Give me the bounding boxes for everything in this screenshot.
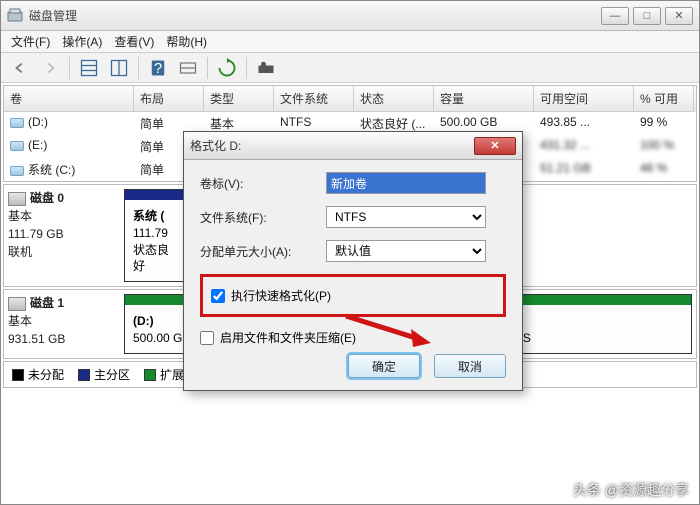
col-layout[interactable]: 布局 [134, 86, 204, 112]
back-button[interactable] [9, 57, 31, 79]
close-window-button[interactable]: ✕ [665, 7, 693, 25]
menu-bar: 文件(F) 操作(A) 查看(V) 帮助(H) [1, 31, 699, 53]
disk-info: 磁盘 1 基本 931.51 GB [8, 294, 118, 354]
quick-format-highlight: 执行快速格式化(P) [200, 274, 506, 317]
col-pct[interactable]: % 可用 [634, 86, 694, 112]
swatch-primary [78, 369, 90, 381]
window-titlebar: 磁盘管理 — □ ✕ [1, 1, 699, 31]
menu-view[interactable]: 查看(V) [114, 33, 154, 50]
window-title: 磁盘管理 [29, 7, 601, 24]
col-type[interactable]: 类型 [204, 86, 274, 112]
dialog-title: 格式化 D: [190, 137, 474, 154]
table-header: 卷 布局 类型 文件系统 状态 容量 可用空间 % 可用 [4, 86, 696, 112]
label-volume: 卷标(V): [200, 175, 326, 192]
dialog-close-button[interactable]: ✕ [474, 137, 516, 155]
disk-icon [8, 192, 26, 206]
watermark: 头条 @资源趣分享 [573, 480, 689, 500]
col-fs[interactable]: 文件系统 [274, 86, 354, 112]
toolbar: ? [1, 53, 699, 83]
separator [207, 57, 208, 79]
menu-help[interactable]: 帮助(H) [166, 33, 207, 50]
separator [69, 57, 70, 79]
swatch-unallocated [12, 369, 24, 381]
compress-label: 启用文件和文件夹压缩(E) [220, 329, 356, 346]
col-free[interactable]: 可用空间 [534, 86, 634, 112]
menu-action[interactable]: 操作(A) [62, 33, 102, 50]
view-list-icon[interactable] [78, 57, 100, 79]
quick-format-checkbox[interactable] [211, 289, 225, 303]
menu-file[interactable]: 文件(F) [11, 33, 50, 50]
settings-icon[interactable] [255, 57, 277, 79]
minimize-button[interactable]: — [601, 7, 629, 25]
partition-bar [125, 190, 183, 200]
disk-info: 磁盘 0 基本 111.79 GB 联机 [8, 189, 118, 282]
disk-icon [8, 297, 26, 311]
allocation-select[interactable]: 默认值 [326, 240, 486, 262]
partition[interactable]: 系统 ( 111.79 状态良好 [124, 189, 184, 282]
forward-button[interactable] [39, 57, 61, 79]
help-icon[interactable]: ? [147, 57, 169, 79]
refresh-icon[interactable] [216, 57, 238, 79]
label-filesystem: 文件系统(F): [200, 209, 326, 226]
swatch-extended [144, 369, 156, 381]
volume-label-input[interactable] [326, 172, 486, 194]
col-volume[interactable]: 卷 [4, 86, 134, 112]
volume-icon [10, 141, 24, 151]
compress-checkbox[interactable] [200, 331, 214, 345]
volume-icon [10, 166, 24, 176]
volume-icon [10, 118, 24, 128]
quick-format-label: 执行快速格式化(P) [231, 287, 331, 304]
separator [246, 57, 247, 79]
ok-button[interactable]: 确定 [348, 354, 420, 378]
app-icon [7, 8, 23, 24]
cancel-button[interactable]: 取消 [434, 354, 506, 378]
filesystem-select[interactable]: NTFS [326, 206, 486, 228]
view-detail-icon[interactable] [108, 57, 130, 79]
label-allocation: 分配单元大小(A): [200, 243, 326, 260]
properties-icon[interactable] [177, 57, 199, 79]
format-dialog: 格式化 D: ✕ 卷标(V): 文件系统(F): NTFS 分配单元大小(A):… [183, 131, 523, 391]
maximize-button[interactable]: □ [633, 7, 661, 25]
col-capacity[interactable]: 容量 [434, 86, 534, 112]
svg-text:?: ? [154, 60, 162, 77]
dialog-titlebar: 格式化 D: ✕ [184, 132, 522, 160]
separator [138, 57, 139, 79]
col-status[interactable]: 状态 [354, 86, 434, 112]
